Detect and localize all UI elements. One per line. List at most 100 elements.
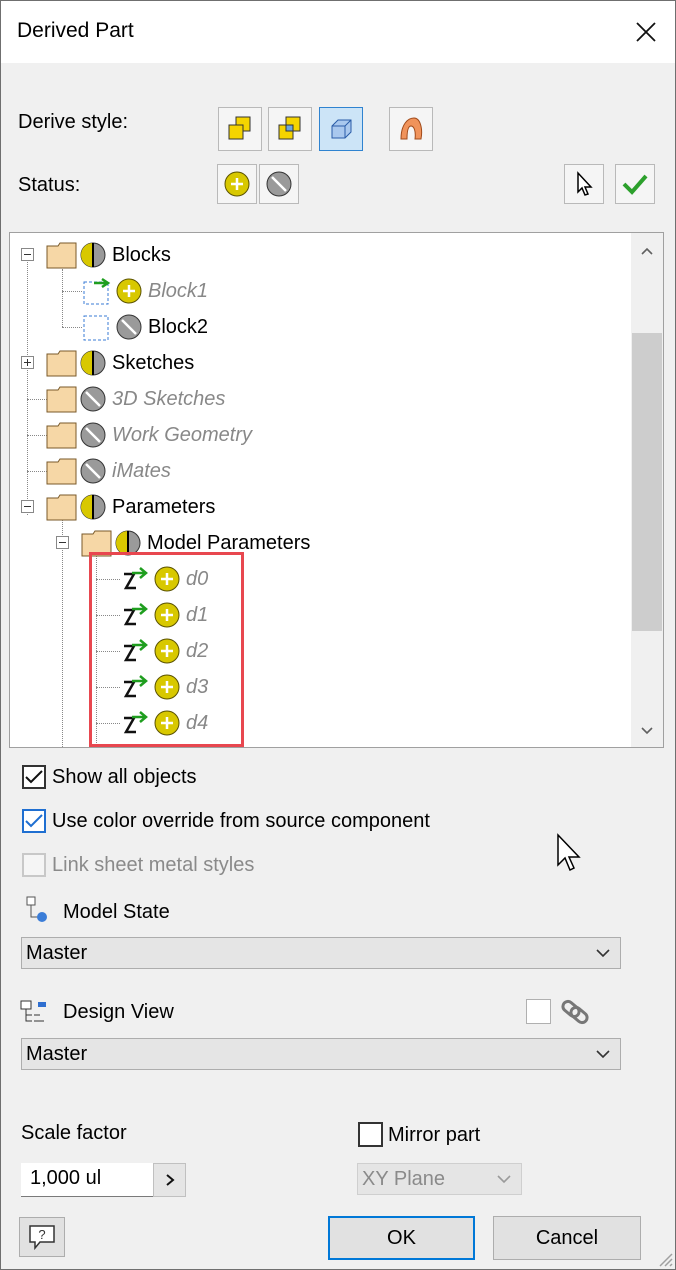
tree-scrollbar[interactable]: [631, 233, 663, 747]
mirror-part-checkbox[interactable]: [358, 1122, 383, 1147]
color-override-label: Use color override from source component: [52, 810, 430, 832]
partial-status-icon: [80, 242, 106, 268]
chevron-down-icon: [596, 949, 610, 958]
resize-grip-icon[interactable]: [657, 1251, 673, 1267]
derive-style-label: Derive style:: [18, 111, 129, 133]
model-state-dropdown[interactable]: Master: [21, 937, 621, 969]
tree-connector: [27, 471, 47, 472]
expand-toggle[interactable]: [21, 248, 34, 261]
tree-connector: [27, 399, 47, 400]
tree-connector: [62, 327, 82, 328]
status-label: Status:: [18, 174, 81, 196]
model-state-icon: [26, 896, 47, 922]
close-button[interactable]: [617, 1, 675, 63]
folder-icon: [46, 422, 77, 449]
show-all-objects-label: Show all objects: [52, 766, 197, 788]
chevron-down-icon: [497, 1175, 511, 1184]
model-state-label: Model State: [63, 901, 170, 923]
design-view-icon: [20, 1000, 46, 1022]
derived-part-dialog: Derived Part Derive style: Status: Block…: [0, 0, 676, 1270]
link-sheet-metal-checkbox: [22, 853, 46, 877]
close-icon: [636, 22, 656, 42]
tree-item-3d-sketches[interactable]: 3D Sketches: [46, 382, 225, 416]
ok-button[interactable]: OK: [328, 1216, 475, 1260]
show-all-objects-checkbox[interactable]: [22, 765, 46, 789]
tree-item-parameters[interactable]: Parameters: [46, 490, 215, 524]
derive-style-composite-button[interactable]: [319, 107, 363, 151]
color-override-checkbox[interactable]: [22, 809, 46, 833]
tree-item-work-geometry[interactable]: Work Geometry: [46, 418, 252, 452]
expand-toggle[interactable]: [21, 356, 34, 369]
folder-icon: [46, 494, 77, 521]
exclude-status-icon: [80, 386, 106, 412]
scale-factor-input[interactable]: 1,000 ul: [21, 1163, 153, 1197]
folder-icon: [46, 458, 77, 485]
help-button[interactable]: ?: [19, 1217, 65, 1257]
exclude-status-icon: [80, 458, 106, 484]
folder-icon: [46, 386, 77, 413]
mouse-cursor-icon: [557, 833, 581, 872]
tree-connector: [62, 269, 63, 327]
title-bar: Derived Part: [1, 1, 675, 63]
status-exclude-button[interactable]: [259, 164, 299, 204]
derive-style-single-solid-button[interactable]: [218, 107, 262, 151]
scrollbar-thumb[interactable]: [632, 333, 662, 631]
tree-connector: [62, 291, 82, 292]
checkmark-icon: [622, 174, 648, 195]
tree-connector: [27, 255, 28, 515]
design-view-label: Design View: [63, 1001, 174, 1023]
include-status-icon: [116, 278, 142, 304]
design-view-value: Master: [26, 1042, 88, 1065]
associative-checkbox[interactable]: [526, 999, 551, 1024]
scroll-down-icon: [641, 727, 653, 735]
tree-connector: [62, 515, 63, 747]
pointer-icon: [577, 171, 593, 196]
tree-item-imates[interactable]: iMates: [46, 454, 171, 488]
exclude-status-icon: [266, 171, 292, 197]
scale-factor-expand-button[interactable]: [153, 1163, 186, 1197]
expand-toggle[interactable]: [21, 500, 34, 513]
checkmark-icon: [25, 770, 43, 784]
mirror-plane-value: XY Plane: [362, 1167, 446, 1190]
mirror-part-label: Mirror part: [388, 1124, 481, 1146]
derive-style-surface-button[interactable]: [389, 107, 433, 151]
cancel-button[interactable]: Cancel: [493, 1216, 641, 1260]
dialog-title: Derived Part: [17, 19, 134, 42]
tree-item-sketches[interactable]: Sketches: [46, 346, 194, 380]
highlight-annotation: [89, 552, 244, 747]
exclude-status-icon: [80, 422, 106, 448]
accept-button[interactable]: [615, 164, 655, 204]
design-view-dropdown[interactable]: Master: [21, 1038, 621, 1070]
scale-factor-label: Scale factor: [21, 1122, 127, 1144]
folder-icon: [46, 350, 77, 377]
svg-text:?: ?: [38, 1227, 45, 1242]
model-state-value: Master: [26, 941, 88, 964]
include-status-icon: [224, 171, 250, 197]
derive-style-keep-seams-button[interactable]: [268, 107, 312, 151]
chevron-right-icon: [165, 1174, 175, 1186]
surface-body-icon: [400, 117, 423, 140]
tree-item-block1[interactable]: Block1: [82, 274, 208, 308]
exclude-status-icon: [116, 314, 142, 340]
solid-body-composite-icon: [331, 119, 352, 139]
sketch-block-icon: [83, 315, 109, 341]
expand-toggle[interactable]: [56, 536, 69, 549]
sketch-block-icon: [83, 277, 111, 305]
partial-status-icon: [80, 350, 106, 376]
scroll-up-icon: [641, 247, 653, 255]
status-include-button[interactable]: [217, 164, 257, 204]
tree-connector: [27, 435, 47, 436]
solid-body-keep-seams-icon: [278, 116, 301, 140]
tree-item-block2[interactable]: Block2: [82, 310, 208, 344]
single-solid-merge-icon: [228, 116, 251, 140]
partial-status-icon: [80, 494, 106, 520]
select-pointer-button[interactable]: [564, 164, 604, 204]
checkmark-icon: [25, 814, 43, 828]
mirror-plane-dropdown: XY Plane: [357, 1163, 522, 1195]
link-sheet-metal-label: Link sheet metal styles: [52, 854, 255, 876]
link-icon: [561, 999, 589, 1025]
tree-item-blocks[interactable]: Blocks: [46, 238, 171, 272]
folder-icon: [46, 242, 77, 269]
chevron-down-icon: [596, 1050, 610, 1059]
help-icon: ?: [29, 1225, 55, 1251]
